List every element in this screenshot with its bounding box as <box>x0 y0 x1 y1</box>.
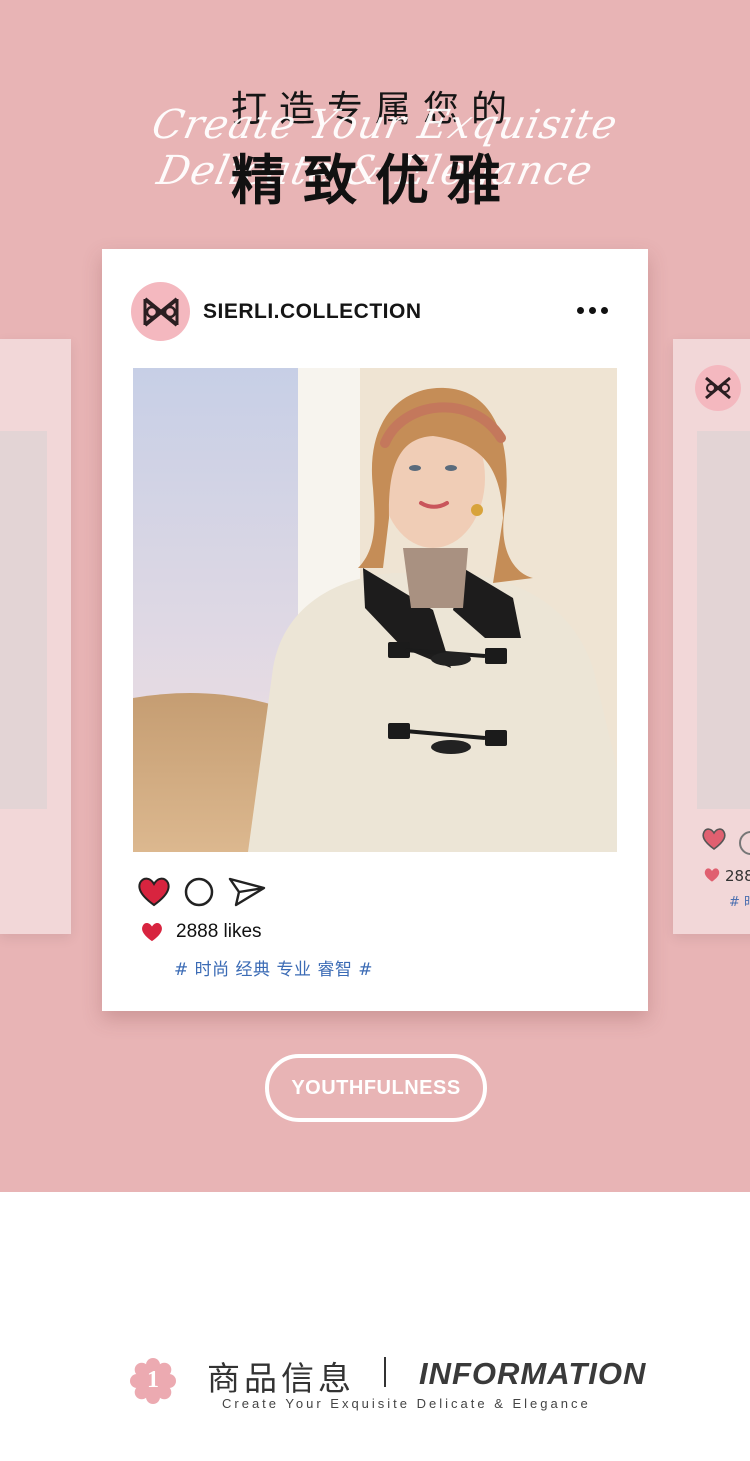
side-card-left <box>0 339 71 934</box>
section-divider <box>384 1357 386 1387</box>
likes-row: 2888 likes <box>140 921 262 943</box>
hero-section: 打造专属您的 Create Your Exquisite Delicate & … <box>0 0 750 1192</box>
hashtags[interactable]: # 时尚 经典 专业 睿智 # <box>174 955 373 980</box>
model-illustration <box>133 368 617 852</box>
avatar[interactable] <box>131 282 190 341</box>
heart-icon <box>701 827 727 855</box>
side-card-right: 288 # 时 <box>673 339 750 934</box>
section-title-en: INFORMATION <box>419 1356 647 1391</box>
headline-large: 精致优雅 <box>231 149 519 212</box>
side-card-image-placeholder <box>697 431 750 809</box>
side-tags: # 时 <box>729 895 750 910</box>
flower-number-badge: 1 <box>129 1357 177 1405</box>
comment-icon <box>739 831 750 855</box>
section-subtitle: Create Your Exquisite Delicate & Eleganc… <box>222 1396 591 1411</box>
side-likes-text: 288 <box>703 867 750 885</box>
comment-icon[interactable] <box>183 876 215 912</box>
badge-number: 1 <box>147 1367 159 1393</box>
brand-logo-icon <box>143 296 178 327</box>
side-card-image-placeholder <box>0 431 47 809</box>
heart-icon <box>142 922 162 942</box>
post-actions <box>137 876 267 912</box>
more-dots-icon[interactable] <box>577 307 608 314</box>
youthfulness-button[interactable]: YOUTHFULNESS <box>265 1054 487 1122</box>
post-card: SIERLI.COLLECTION 2888 likes # 时尚 经典 专业 … <box>102 249 648 1011</box>
account-name[interactable]: SIERLI.COLLECTION <box>203 300 422 324</box>
heart-icon <box>704 868 720 882</box>
side-likes-count: 288 <box>725 867 750 885</box>
post-photo <box>133 368 617 852</box>
share-icon[interactable] <box>227 876 267 912</box>
section-title-cn: 商品信息 <box>207 1359 355 1398</box>
brand-logo-icon <box>695 365 741 411</box>
heart-icon[interactable] <box>137 877 171 911</box>
likes-count: 2888 likes <box>176 921 262 942</box>
